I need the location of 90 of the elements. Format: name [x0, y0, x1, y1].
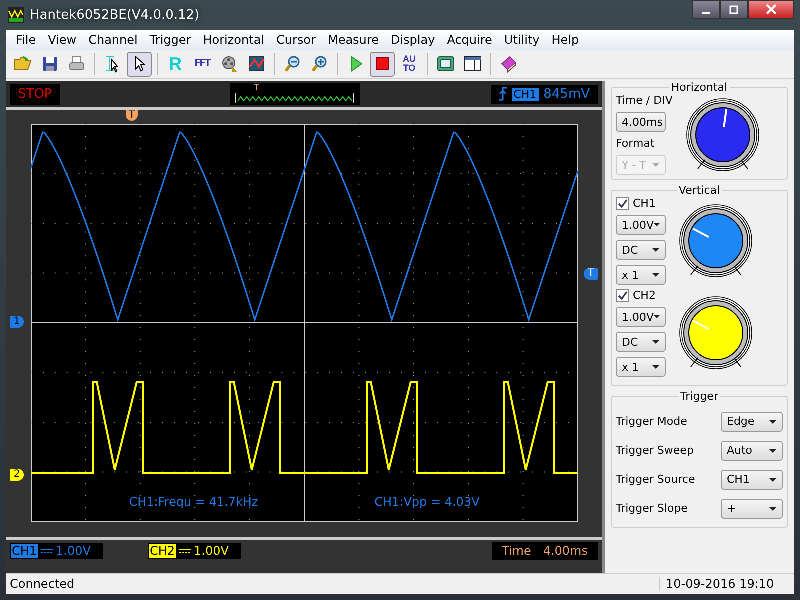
- probe-dropdown[interactable]: x 1: [616, 265, 666, 285]
- trigger-position-marker: T: [126, 110, 138, 121]
- close-icon: [766, 4, 776, 15]
- channel-ground-marker: 1: [10, 316, 24, 328]
- checkbox[interactable]: [616, 197, 629, 210]
- checkbox-label: CH2: [633, 289, 656, 302]
- channel-ground-marker: 2: [10, 469, 24, 481]
- menu-item[interactable]: Trigger: [144, 33, 198, 47]
- caret-icon: [769, 506, 777, 510]
- group-title: Horizontal: [670, 81, 729, 94]
- menu-item[interactable]: Utility: [498, 33, 546, 47]
- menu-item[interactable]: View: [42, 33, 83, 47]
- stop-button[interactable]: [370, 52, 395, 76]
- menu-item[interactable]: Measure: [322, 33, 385, 47]
- status-message: Connected: [9, 577, 76, 591]
- caret-icon: [652, 340, 660, 344]
- dc-coupling-icon: [179, 547, 192, 555]
- channel-volts-value: 1.00V: [56, 544, 91, 558]
- close-button[interactable]: [748, 0, 794, 19]
- trigger-dropdown[interactable]: +: [721, 498, 783, 518]
- time-div-dropdown[interactable]: 4.00ms: [616, 112, 666, 132]
- field-label: Trigger Slope: [616, 502, 688, 515]
- probe-dropdown[interactable]: x 1: [616, 357, 666, 377]
- caret-icon: [769, 478, 777, 482]
- menu-item[interactable]: Acquire: [441, 33, 498, 47]
- coupling-dropdown[interactable]: DC: [616, 332, 666, 352]
- trigger-dropdown[interactable]: Edge: [721, 412, 783, 432]
- toolbar-button[interactable]: AU TO: [397, 52, 422, 76]
- menu-item[interactable]: Display: [384, 33, 442, 47]
- trigger-dropdown[interactable]: CH1: [721, 470, 783, 490]
- window-icon: [464, 55, 482, 73]
- caret-icon: [654, 223, 660, 227]
- rising-edge-icon: [498, 87, 507, 101]
- trigger-dropdown[interactable]: Auto: [721, 440, 783, 460]
- minimize-button[interactable]: [692, 0, 720, 19]
- caret-icon: [652, 163, 660, 167]
- menu-item[interactable]: Horizontal: [197, 33, 271, 47]
- field-label: Trigger Source: [616, 473, 696, 486]
- toolbar-button[interactable]: FFT: [190, 52, 215, 76]
- channel-tag: CH1: [11, 544, 38, 558]
- volts-div-dropdown[interactable]: 1.00V: [616, 215, 666, 235]
- film-reel-icon: [220, 55, 238, 73]
- app-icon: [8, 7, 24, 23]
- caret-icon: [769, 420, 777, 424]
- pointer-button[interactable]: [127, 52, 152, 76]
- stop-icon: [374, 55, 392, 73]
- window-title: Hantek6052BE(V4.0.0.12): [30, 8, 200, 22]
- channel-tag: CH2: [148, 544, 176, 558]
- printer-icon: [68, 55, 86, 73]
- dc-coupling-icon: [41, 547, 54, 555]
- time-label: Time: [502, 544, 532, 558]
- cursor-icon: [104, 55, 122, 73]
- zoom-out-icon: [284, 55, 302, 73]
- minimize-icon: [702, 12, 710, 14]
- measurement-readout: CH1:Vpp = 4.03V: [374, 495, 480, 509]
- measurement-readout: CH1:Frequ = 41.7kHz: [129, 495, 258, 509]
- channel-volts-value: 1.00V: [194, 544, 229, 558]
- trigger-level-value: 845mV: [544, 86, 590, 102]
- caret-icon: [769, 448, 777, 452]
- checkbox[interactable]: [616, 289, 629, 302]
- book-icon: [500, 55, 518, 73]
- field-label: Time / DIV: [616, 94, 673, 107]
- group-title: Vertical: [678, 184, 722, 197]
- field-label: Trigger Sweep: [616, 444, 694, 457]
- field-label: Trigger Mode: [616, 415, 688, 428]
- menu-item[interactable]: Help: [546, 33, 586, 47]
- maximize-icon: [729, 4, 739, 14]
- time-value: 4.00ms: [543, 544, 588, 558]
- checkbox-label: CH1: [633, 197, 656, 210]
- menu-item[interactable]: Channel: [82, 33, 144, 47]
- screen-icon: [436, 55, 454, 73]
- menu-item[interactable]: Cursor: [270, 33, 322, 47]
- memory-position-indicator: T: [230, 83, 360, 105]
- menu-item[interactable]: File: [10, 33, 42, 47]
- zoom-in-icon: [310, 55, 328, 73]
- caret-icon: [652, 248, 660, 252]
- waveform-icon: [248, 55, 266, 73]
- coupling-dropdown[interactable]: DC: [616, 240, 666, 260]
- group-title: Trigger: [680, 390, 720, 403]
- caret-icon: [652, 365, 660, 369]
- maximize-button[interactable]: [720, 0, 748, 19]
- status-datetime: 10-09-2016 19:10: [659, 577, 794, 591]
- field-label: Format: [616, 137, 656, 150]
- caret-icon: [652, 273, 660, 277]
- trigger-channel-tag: CH1: [512, 88, 539, 100]
- folder-icon: [14, 55, 32, 73]
- volts-div-dropdown[interactable]: 1.00V: [616, 307, 666, 327]
- trigger-level-marker: T: [584, 268, 598, 280]
- run-state-label: STOP: [10, 84, 60, 104]
- caret-icon: [654, 315, 660, 319]
